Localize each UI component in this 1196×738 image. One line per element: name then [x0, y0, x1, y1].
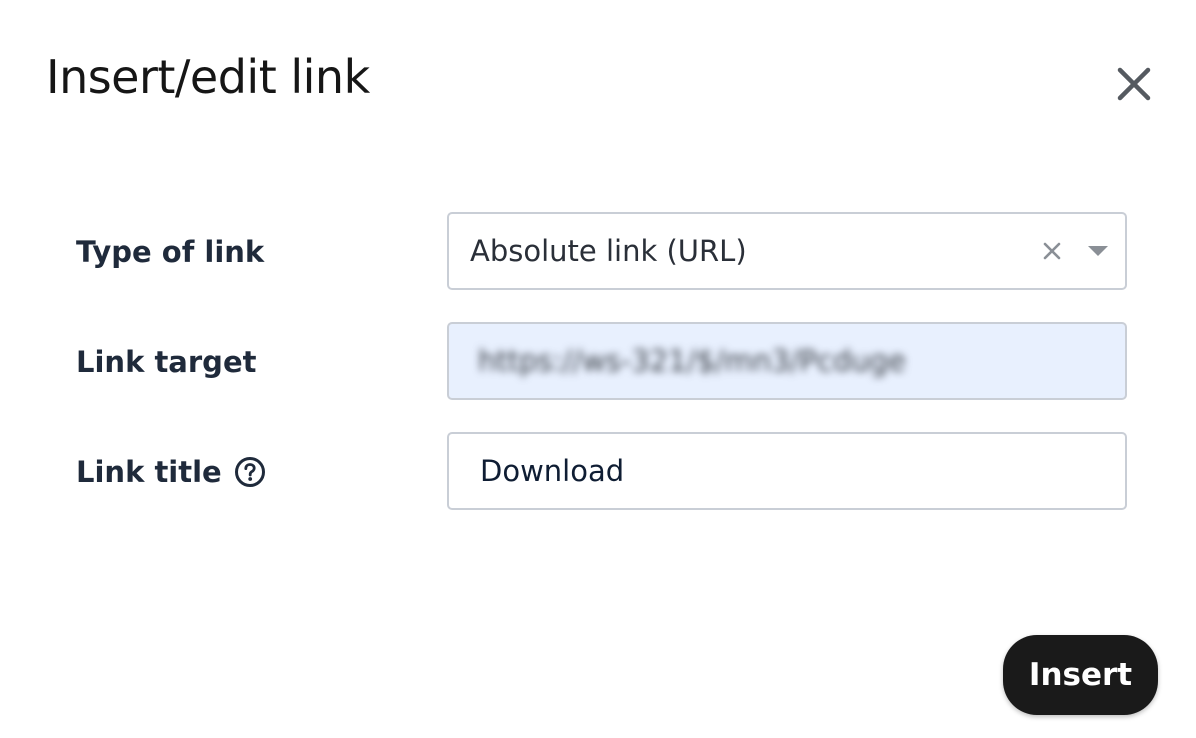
chevron-down-icon[interactable]	[1085, 238, 1111, 264]
link-type-selected-value: Absolute link (URL)	[470, 234, 747, 268]
link-title-input[interactable]	[447, 432, 1127, 510]
link-title-row: Link title	[0, 432, 1196, 512]
close-icon	[1117, 67, 1151, 101]
dialog-title: Insert/edit link	[46, 50, 370, 104]
link-target-input[interactable]	[447, 322, 1127, 400]
insert-button[interactable]: Insert	[1003, 635, 1158, 715]
link-type-row: Type of link Absolute link (URL)	[0, 212, 1196, 292]
clear-icon[interactable]	[1039, 238, 1065, 264]
link-type-select[interactable]: Absolute link (URL)	[447, 212, 1127, 290]
link-title-label: Link title	[76, 455, 266, 489]
question-circle-icon[interactable]	[234, 456, 266, 488]
link-target-row: Link target https://ws-321/$/mn3/Pcduge	[0, 322, 1196, 402]
close-button[interactable]	[1112, 62, 1156, 106]
link-type-label: Type of link	[76, 235, 265, 269]
insert-edit-link-dialog: Insert/edit link Type of link Absolute l…	[0, 0, 1196, 738]
link-target-label: Link target	[76, 345, 257, 379]
